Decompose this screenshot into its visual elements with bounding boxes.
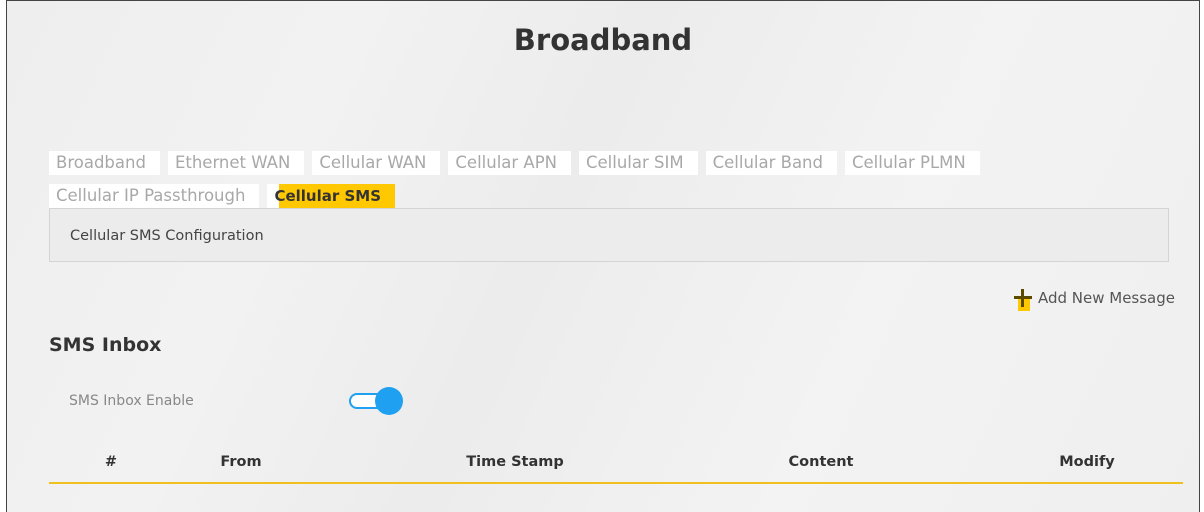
main-frame: Broadband Broadband Ethernet WAN Cellula… [6,0,1200,512]
page-title: Broadband [513,23,693,57]
sms-inbox-enable-toggle[interactable] [349,387,407,415]
tab-cellular-plmn[interactable]: Cellular PLMN [845,151,980,175]
toggle-knob [375,387,403,415]
add-new-message-label: Add New Message [1037,289,1175,307]
config-section-header: Cellular SMS Configuration [49,208,1169,262]
add-new-message-button[interactable]: Add New Message [1013,289,1175,311]
tab-cellular-sim[interactable]: Cellular SIM [579,151,698,175]
tab-cellular-ip-passthrough[interactable]: Cellular IP Passthrough [49,184,260,208]
sms-inbox-title: SMS Inbox [49,334,162,356]
sms-inbox-enable-label: SMS Inbox Enable [69,393,194,409]
column-header-from: From [220,454,262,470]
tab-ethernet-wan[interactable]: Ethernet WAN [167,151,305,175]
tab-bar: Broadband Ethernet WAN Cellular WAN Cell… [49,151,1129,208]
plus-icon [1013,289,1032,311]
tab-cellular-band[interactable]: Cellular Band [705,151,837,175]
tab-broadband[interactable]: Broadband [49,151,160,175]
tab-cellular-apn[interactable]: Cellular APN [448,151,571,175]
column-header-modify: Modify [1059,454,1115,470]
column-header-time-stamp: Time Stamp [466,454,564,470]
tab-cellular-sms[interactable]: Cellular SMS [267,184,395,208]
tab-cellular-wan[interactable]: Cellular WAN [312,151,441,175]
column-header-content: Content [788,454,854,470]
column-header-index: # [104,454,118,470]
table-header: # From Time Stamp Content Modify [49,450,1183,484]
